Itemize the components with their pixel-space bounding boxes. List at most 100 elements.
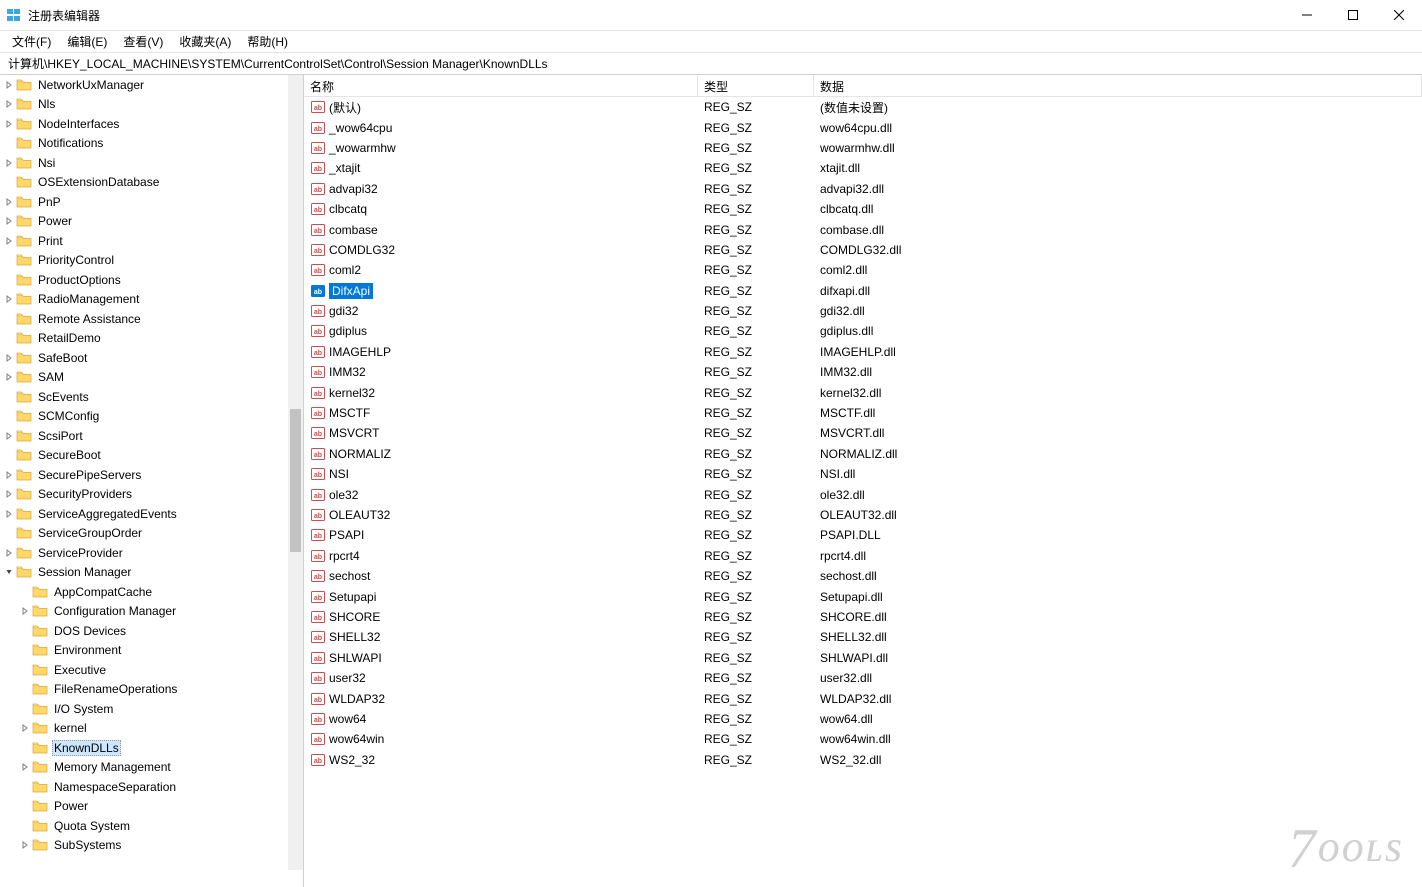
tree-item[interactable]: NodeInterfaces xyxy=(0,114,304,134)
tree-item[interactable]: Quota System xyxy=(0,816,304,836)
chevron-right-icon[interactable] xyxy=(18,838,32,852)
value-row[interactable]: ab(默认)REG_SZ(数值未设置) xyxy=(304,97,1422,117)
column-data[interactable]: 数据 xyxy=(814,75,1422,96)
menu-item-2[interactable]: 查看(V) xyxy=(115,31,171,52)
tree-item[interactable]: PriorityControl xyxy=(0,251,304,271)
chevron-right-icon[interactable] xyxy=(2,97,16,111)
tree-item[interactable]: Remote Assistance xyxy=(0,309,304,329)
value-row[interactable]: abMSCTFREG_SZMSCTF.dll xyxy=(304,403,1422,423)
tree-panel[interactable]: NetworkUxManagerNlsNodeInterfacesNotific… xyxy=(0,75,304,887)
tree-item[interactable]: ProductOptions xyxy=(0,270,304,290)
value-row[interactable]: abDifxApiREG_SZdifxapi.dll xyxy=(304,281,1422,301)
tree-item[interactable]: Nls xyxy=(0,95,304,115)
chevron-right-icon[interactable] xyxy=(2,370,16,384)
tree-item[interactable]: Print xyxy=(0,231,304,251)
chevron-right-icon[interactable] xyxy=(2,487,16,501)
tree-item[interactable]: Session Manager xyxy=(0,563,304,583)
tree-item[interactable]: SafeBoot xyxy=(0,348,304,368)
menu-item-0[interactable]: 文件(F) xyxy=(4,31,59,52)
tree-item[interactable]: OSExtensionDatabase xyxy=(0,173,304,193)
address-input[interactable] xyxy=(6,56,1416,72)
menu-item-4[interactable]: 帮助(H) xyxy=(239,31,296,52)
tree-item[interactable]: DOS Devices xyxy=(0,621,304,641)
value-row[interactable]: abSHLWAPIREG_SZSHLWAPI.dll xyxy=(304,648,1422,668)
value-row[interactable]: abkernel32REG_SZkernel32.dll xyxy=(304,382,1422,402)
tree-item[interactable]: RadioManagement xyxy=(0,290,304,310)
value-row[interactable]: abcombaseREG_SZcombase.dll xyxy=(304,219,1422,239)
tree-item[interactable]: ServiceProvider xyxy=(0,543,304,563)
chevron-right-icon[interactable] xyxy=(2,292,16,306)
tree-scrollbar[interactable] xyxy=(288,75,303,870)
value-row[interactable]: abCOMDLG32REG_SZCOMDLG32.dll xyxy=(304,240,1422,260)
chevron-right-icon[interactable] xyxy=(2,195,16,209)
tree-item[interactable]: ScEvents xyxy=(0,387,304,407)
tree-item[interactable]: Configuration Manager xyxy=(0,602,304,622)
chevron-right-icon[interactable] xyxy=(2,78,16,92)
tree-item[interactable]: Environment xyxy=(0,641,304,661)
value-row[interactable]: abgdiplusREG_SZgdiplus.dll xyxy=(304,321,1422,341)
value-row[interactable]: abNSIREG_SZNSI.dll xyxy=(304,464,1422,484)
tree-item[interactable]: PnP xyxy=(0,192,304,212)
tree-item[interactable]: SecurityProviders xyxy=(0,485,304,505)
value-row[interactable]: abOLEAUT32REG_SZOLEAUT32.dll xyxy=(304,505,1422,525)
chevron-right-icon[interactable] xyxy=(2,507,16,521)
value-row[interactable]: abclbcatqREG_SZclbcatq.dll xyxy=(304,199,1422,219)
value-row[interactable]: abWS2_32REG_SZWS2_32.dll xyxy=(304,750,1422,770)
value-row[interactable]: abSHELL32REG_SZSHELL32.dll xyxy=(304,627,1422,647)
tree-item[interactable]: SAM xyxy=(0,368,304,388)
chevron-right-icon[interactable] xyxy=(18,604,32,618)
tree-item[interactable]: KnownDLLs xyxy=(0,738,304,758)
tree-item[interactable]: NetworkUxManager xyxy=(0,75,304,95)
chevron-right-icon[interactable] xyxy=(2,156,16,170)
chevron-down-icon[interactable] xyxy=(2,565,16,579)
value-row[interactable]: abIMM32REG_SZIMM32.dll xyxy=(304,362,1422,382)
menu-item-1[interactable]: 编辑(E) xyxy=(59,31,115,52)
menu-item-3[interactable]: 收藏夹(A) xyxy=(171,31,239,52)
value-row[interactable]: abwow64REG_SZwow64.dll xyxy=(304,709,1422,729)
value-row[interactable]: abadvapi32REG_SZadvapi32.dll xyxy=(304,179,1422,199)
value-row[interactable]: abIMAGEHLPREG_SZIMAGEHLP.dll xyxy=(304,342,1422,362)
chevron-right-icon[interactable] xyxy=(2,429,16,443)
maximize-button[interactable] xyxy=(1330,0,1376,31)
chevron-right-icon[interactable] xyxy=(2,468,16,482)
tree-item[interactable]: SecureBoot xyxy=(0,446,304,466)
value-row[interactable]: ab_xtajitREG_SZxtajit.dll xyxy=(304,158,1422,178)
value-row[interactable]: abMSVCRTREG_SZMSVCRT.dll xyxy=(304,423,1422,443)
chevron-right-icon[interactable] xyxy=(18,721,32,735)
tree-item[interactable]: RetailDemo xyxy=(0,329,304,349)
chevron-right-icon[interactable] xyxy=(2,546,16,560)
value-row[interactable]: abPSAPIREG_SZPSAPI.DLL xyxy=(304,525,1422,545)
tree-item[interactable]: AppCompatCache xyxy=(0,582,304,602)
tree-item[interactable]: Notifications xyxy=(0,134,304,154)
tree-item[interactable]: kernel xyxy=(0,719,304,739)
tree-item[interactable]: Power xyxy=(0,797,304,817)
value-row[interactable]: ab_wow64cpuREG_SZwow64cpu.dll xyxy=(304,117,1422,137)
chevron-right-icon[interactable] xyxy=(2,214,16,228)
tree-item[interactable]: NamespaceSeparation xyxy=(0,777,304,797)
tree-item[interactable]: SubSystems xyxy=(0,836,304,856)
tree-item[interactable]: Executive xyxy=(0,660,304,680)
close-button[interactable] xyxy=(1376,0,1422,31)
value-row[interactable]: abole32REG_SZole32.dll xyxy=(304,484,1422,504)
chevron-right-icon[interactable] xyxy=(2,234,16,248)
minimize-button[interactable] xyxy=(1284,0,1330,31)
tree-item[interactable]: ServiceAggregatedEvents xyxy=(0,504,304,524)
value-row[interactable]: absechostREG_SZsechost.dll xyxy=(304,566,1422,586)
value-row[interactable]: abwow64winREG_SZwow64win.dll xyxy=(304,729,1422,749)
value-row[interactable]: ab_wowarmhwREG_SZwowarmhw.dll xyxy=(304,138,1422,158)
chevron-right-icon[interactable] xyxy=(2,117,16,131)
value-row[interactable]: abrpcrt4REG_SZrpcrt4.dll xyxy=(304,546,1422,566)
tree-item[interactable]: I/O System xyxy=(0,699,304,719)
value-row[interactable]: abgdi32REG_SZgdi32.dll xyxy=(304,301,1422,321)
column-name[interactable]: 名称 xyxy=(304,75,698,96)
column-type[interactable]: 类型 xyxy=(698,75,814,96)
value-row[interactable]: abuser32REG_SZuser32.dll xyxy=(304,668,1422,688)
value-row[interactable]: abSetupapiREG_SZSetupapi.dll xyxy=(304,586,1422,606)
tree-item[interactable]: SCMConfig xyxy=(0,407,304,427)
tree-item[interactable]: ScsiPort xyxy=(0,426,304,446)
tree-item[interactable]: FileRenameOperations xyxy=(0,680,304,700)
tree-item[interactable]: Nsi xyxy=(0,153,304,173)
value-row[interactable]: abcoml2REG_SZcoml2.dll xyxy=(304,260,1422,280)
tree-item[interactable]: Power xyxy=(0,212,304,232)
value-row[interactable]: abSHCOREREG_SZSHCORE.dll xyxy=(304,607,1422,627)
